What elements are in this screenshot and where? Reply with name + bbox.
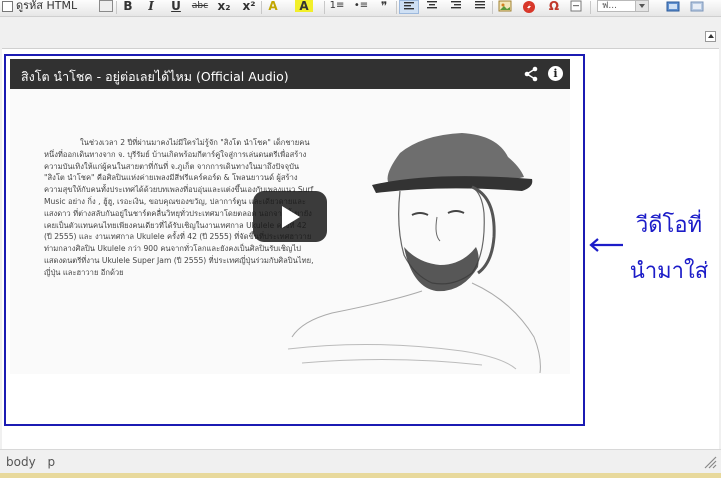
align-left-icon — [404, 2, 414, 10]
path-item-body[interactable]: body — [6, 455, 36, 469]
font-select[interactable]: ฟ... — [597, 0, 649, 12]
path-item-p[interactable]: p — [48, 455, 56, 469]
italic-button[interactable]: I — [142, 0, 160, 14]
source-icon — [2, 0, 13, 12]
strikethrough-button[interactable]: abc — [190, 0, 210, 14]
align-left-button[interactable] — [399, 0, 419, 14]
superscript-button[interactable]: x² — [240, 0, 258, 14]
source-button[interactable]: ดูรหัส HTML — [2, 0, 88, 14]
editor-toolbar: ดูรหัส HTML B I U abc x₂ x² A A 1≡ •≡ ❞ … — [0, 0, 721, 17]
maximize-icon — [666, 1, 680, 12]
annotation-line-1: วีดีโอที่ — [635, 213, 703, 238]
blockquote-button[interactable]: ❞ — [376, 0, 392, 14]
resize-handle-icon[interactable] — [703, 455, 717, 469]
page-break-button[interactable] — [568, 0, 584, 14]
flash-icon — [523, 1, 535, 13]
collapse-toolbar-button[interactable] — [705, 31, 716, 42]
annotation-label: วีดีโอที่ นำมาใส่ — [624, 203, 714, 295]
toolbar-divider — [590, 1, 591, 14]
toolbar-divider — [492, 1, 493, 14]
font-select-value: ฟ... — [602, 1, 617, 11]
status-bar: body p — [0, 449, 721, 474]
annotation-line-2: นำมาใส่ — [629, 259, 709, 284]
special-char-button[interactable]: Ω — [545, 0, 563, 14]
text-color-button[interactable]: A — [264, 0, 282, 14]
blocks-icon — [690, 1, 704, 12]
align-justify-icon — [475, 1, 485, 9]
align-center-icon — [427, 1, 437, 9]
embedded-video[interactable]: ในช่วงเวลา 2 ปีที่ผ่านมาคงไม่มีใครไม่รู้… — [10, 59, 570, 374]
element-path: body p — [6, 455, 63, 469]
info-icon[interactable]: i — [548, 66, 563, 81]
play-button[interactable] — [253, 191, 327, 242]
share-icon[interactable] — [523, 66, 539, 82]
align-right-icon — [451, 1, 461, 9]
toolbar-strip — [0, 17, 721, 47]
toolbar-divider — [324, 1, 325, 14]
annotation-arrow-icon — [589, 238, 623, 252]
bold-button[interactable]: B — [119, 0, 137, 14]
toolbar-divider — [116, 1, 117, 14]
source-button-label: ดูรหัส HTML — [16, 0, 78, 12]
maximize-button[interactable] — [664, 0, 682, 14]
image-icon — [498, 0, 512, 12]
subscript-button[interactable]: x₂ — [215, 0, 233, 14]
bottom-bar — [0, 473, 721, 478]
image-button[interactable] — [496, 0, 514, 14]
chevron-down-icon — [635, 1, 648, 11]
toolbar-divider — [261, 1, 262, 14]
align-justify-button[interactable] — [471, 0, 489, 14]
video-title[interactable]: สิงโต นำโชค - อยู่ต่อเลยได้ไหม (Official… — [21, 67, 289, 87]
flash-button[interactable] — [520, 0, 538, 14]
preview-icon — [99, 0, 113, 12]
preview-button[interactable] — [98, 0, 114, 14]
align-right-button[interactable] — [447, 0, 465, 14]
numbered-list-button[interactable]: 1≡ — [328, 0, 346, 14]
bullet-list-button[interactable]: •≡ — [352, 0, 370, 14]
toolbar-divider — [396, 1, 397, 14]
video-title-bar: สิงโต นำโชค - อยู่ต่อเลยได้ไหม (Official… — [10, 59, 570, 89]
bg-color-button[interactable]: A — [295, 0, 313, 12]
align-center-button[interactable] — [423, 0, 441, 14]
page-break-icon — [570, 0, 582, 12]
blocks-button[interactable] — [688, 0, 706, 14]
underline-button[interactable]: U — [167, 0, 185, 14]
